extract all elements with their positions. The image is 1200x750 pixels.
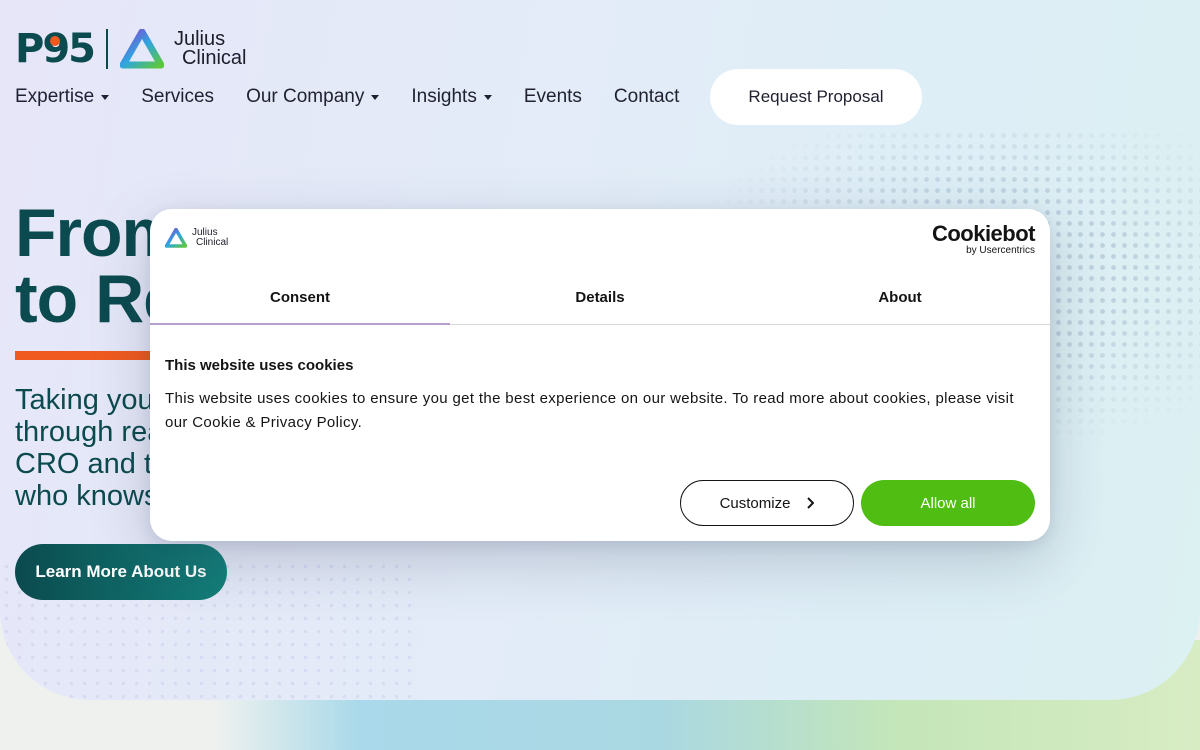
- logo-julius-line2: Clinical: [181, 47, 247, 69]
- request-proposal-button[interactable]: Request Proposal: [710, 69, 922, 125]
- p95-logo: P95: [15, 26, 96, 72]
- nav-item-insights[interactable]: Insights: [411, 84, 492, 110]
- nav-item-expertise[interactable]: Expertise: [15, 84, 110, 110]
- tab-about[interactable]: About: [750, 271, 1050, 324]
- nav-item-our-company[interactable]: Our Company: [246, 84, 380, 110]
- tab-consent[interactable]: Consent: [150, 271, 450, 325]
- nav-item-events[interactable]: Events: [524, 84, 582, 110]
- learn-more-button[interactable]: Learn More About Us: [15, 544, 227, 600]
- chevron-right-icon: [806, 497, 815, 509]
- logo-dot: [50, 36, 60, 46]
- site-logo[interactable]: P95 Julius Clinical: [15, 28, 246, 70]
- dialog-heading: This website uses cookies: [165, 357, 354, 374]
- triangle-logo-icon: [165, 228, 187, 248]
- logo-separator: [105, 29, 108, 69]
- tab-details[interactable]: Details: [450, 271, 750, 324]
- triangle-logo-icon: [119, 29, 164, 69]
- caret-down-icon: [483, 94, 492, 100]
- allow-all-button[interactable]: Allow all: [861, 480, 1035, 526]
- customize-button[interactable]: Customize: [680, 480, 854, 526]
- caret-down-icon: [371, 94, 380, 100]
- cookiebot-logo[interactable]: Cookiebot by Usercentrics: [932, 222, 1036, 256]
- nav-item-contact[interactable]: Contact: [614, 84, 679, 110]
- main-nav: Expertise Services Our Company Insights …: [15, 84, 711, 110]
- caret-down-icon: [101, 94, 110, 100]
- dialog-body-text: This website uses cookies to ensure you …: [165, 390, 1014, 431]
- dialog-tabs: Consent Details About: [150, 271, 1050, 325]
- nav-item-services[interactable]: Services: [141, 84, 214, 110]
- hero-accent-bar: [15, 351, 165, 360]
- cookie-consent-dialog: Julius Clinical Cookiebot by Usercentric…: [150, 209, 1050, 541]
- julius-clinical-logo: Julius Clinical: [119, 29, 247, 69]
- dialog-logo: Julius Clinical: [165, 228, 228, 248]
